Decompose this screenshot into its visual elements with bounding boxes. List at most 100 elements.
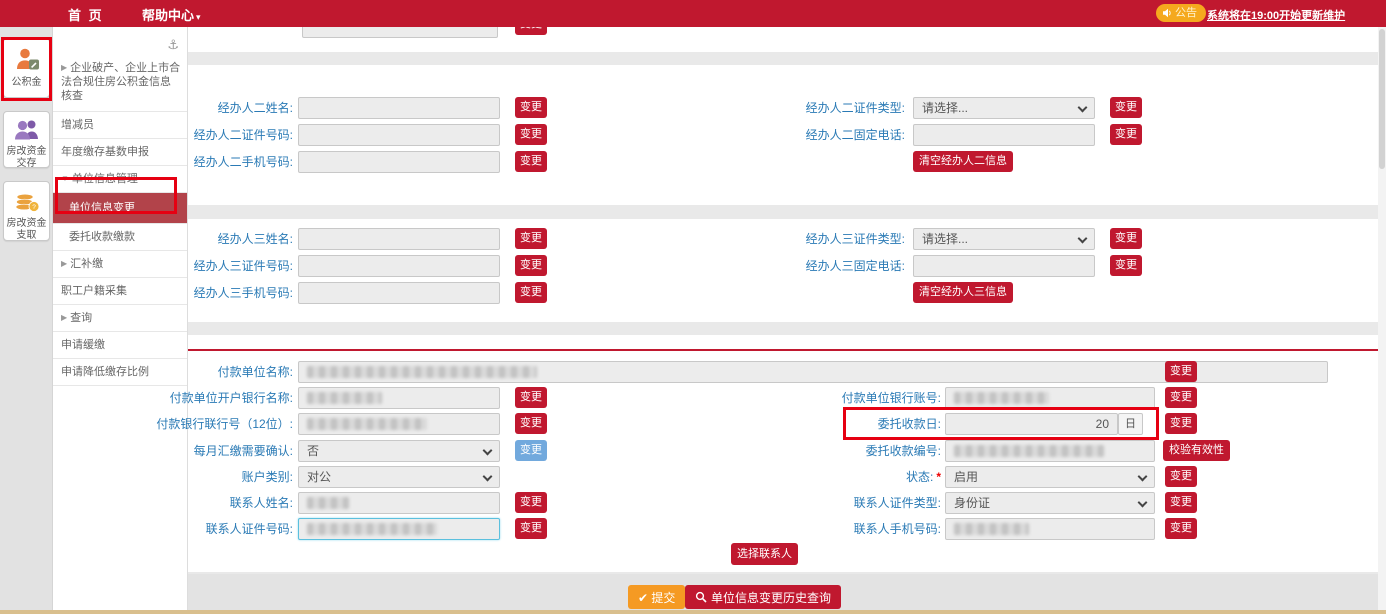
contact-name-input[interactable] xyxy=(298,492,500,514)
change-button[interactable]: 变更 xyxy=(1110,97,1142,118)
module-fanggai-jiaocun[interactable]: 房改资金交存 xyxy=(3,111,50,168)
contact-phone-input[interactable] xyxy=(945,518,1155,540)
monthly-confirm-select[interactable]: 否 xyxy=(298,440,500,462)
form-row: 经办人二证件号码: 变更 经办人二固定电话: 变更 xyxy=(188,124,1378,146)
field-label: 联系人姓名: xyxy=(230,492,293,514)
change-button[interactable]: 变更 xyxy=(515,387,547,408)
menu-item-shenqing-huanjiao[interactable]: 申请缓缴 xyxy=(53,332,187,359)
menu-item-huibujiao[interactable]: ▶汇补缴 xyxy=(53,251,187,278)
menu-item-danwei-xinxi-guanli[interactable]: ▼单位信息管理 xyxy=(53,166,187,193)
redacted-value xyxy=(307,523,437,535)
agent2-name-input[interactable] xyxy=(298,97,500,119)
menu-item-jiangdi-bili[interactable]: 申请降低缴存比例 xyxy=(53,359,187,386)
contact-idno-input[interactable] xyxy=(298,518,500,540)
anchor-pin-icon[interactable]: ⚓ xyxy=(167,37,179,53)
menu-item-chaxun[interactable]: ▶查询 xyxy=(53,305,187,332)
agent2-tel-input[interactable] xyxy=(913,124,1095,146)
field-label: 经办人二手机号码: xyxy=(194,151,293,173)
form-row: 账户类别: 对公 状态:* 启用 变更 xyxy=(188,466,1378,488)
history-query-button[interactable]: 单位信息变更历史查询 xyxy=(685,585,841,609)
chevron-down-icon xyxy=(1078,234,1088,244)
select-contact-button[interactable]: 选择联系人 xyxy=(731,543,798,565)
triangle-right-icon: ▶ xyxy=(61,259,67,268)
change-button[interactable]: 变更 xyxy=(1110,124,1142,145)
payer-bank-name-input[interactable] xyxy=(298,387,500,409)
page-bottom-divider xyxy=(0,610,1386,614)
agent3-idno-input[interactable] xyxy=(298,255,500,277)
change-button[interactable]: 变更 xyxy=(515,282,547,303)
change-button[interactable]: 变更 xyxy=(1110,228,1142,249)
person-edit-icon xyxy=(14,46,40,72)
change-button[interactable]: 变更 xyxy=(515,124,547,145)
menu-item-jishu-shenbao[interactable]: 年度缴存基数申报 xyxy=(53,139,187,166)
agent3-tel-input[interactable] xyxy=(913,255,1095,277)
truncated-change-button[interactable]: 变更 xyxy=(515,27,547,35)
module-gongjijin[interactable]: 公积金 xyxy=(3,38,50,98)
change-button[interactable]: 变更 xyxy=(515,518,547,539)
agent2-phone-input[interactable] xyxy=(298,151,500,173)
change-button[interactable]: 变更 xyxy=(1165,466,1197,487)
truncated-input[interactable] xyxy=(302,27,498,38)
footer-bar: ✔ 提交 单位信息变更历史查询 xyxy=(188,574,1378,611)
redacted-value xyxy=(954,392,1049,404)
chevron-down-icon xyxy=(483,446,493,456)
change-button[interactable]: 变更 xyxy=(515,440,547,461)
change-button[interactable]: 变更 xyxy=(1165,413,1197,434)
field-label: 经办人三证件号码: xyxy=(194,255,293,277)
change-button[interactable]: 变更 xyxy=(515,151,547,172)
field-label: 委托收款日: xyxy=(878,413,941,435)
bank-no-input[interactable] xyxy=(298,413,500,435)
menu-item-zengjianyuan[interactable]: 增减员 xyxy=(53,112,187,139)
nav-home[interactable]: 首 页 xyxy=(68,5,104,24)
change-button[interactable]: 变更 xyxy=(515,97,547,118)
main-content: 变更 经办人二姓名: 变更 经办人二证件类型: 请选择... 变更 经办人二证件… xyxy=(188,27,1378,611)
field-label: 经办人三固定电话: xyxy=(806,255,905,277)
redacted-value xyxy=(307,392,382,404)
collect-day-input[interactable]: 20 xyxy=(945,413,1118,435)
section-accent-line xyxy=(188,349,1378,351)
module-label: 房改资金交存 xyxy=(4,146,49,170)
speaker-icon xyxy=(1162,8,1172,18)
triangle-down-icon: ▼ xyxy=(61,174,69,183)
change-button[interactable]: 变更 xyxy=(515,255,547,276)
module-label: 房改资金支取 xyxy=(4,218,49,242)
contact-idtype-select[interactable]: 身份证 xyxy=(945,492,1155,514)
change-button[interactable]: 变更 xyxy=(1165,387,1197,408)
chevron-down-icon xyxy=(483,472,493,482)
nav-help-center[interactable]: 帮助中心▾ xyxy=(142,5,201,24)
maintenance-notice-link[interactable]: 系统将在19:00开始更新维护 xyxy=(1207,7,1345,23)
change-button[interactable]: 变更 xyxy=(1165,518,1197,539)
agent2-idtype-select[interactable]: 请选择... xyxy=(913,97,1095,119)
change-button[interactable]: 变更 xyxy=(1110,255,1142,276)
scrollbar-thumb[interactable] xyxy=(1379,29,1385,169)
account-type-select[interactable]: 对公 xyxy=(298,466,500,488)
module-rail: 公积金 房改资金交存 ? 房改资金支取 xyxy=(0,27,53,611)
menu-list: ▶企业破产、企业上市合法合规住房公积金信息核查 增减员 年度缴存基数申报 ▼单位… xyxy=(53,53,187,386)
menu-item-danwei-xinxi-biangeng[interactable]: 单位信息变更 xyxy=(53,193,187,224)
menu-item-zhigong-huji-caiji[interactable]: 职工户籍采集 xyxy=(53,278,187,305)
agent2-idno-input[interactable] xyxy=(298,124,500,146)
change-button[interactable]: 变更 xyxy=(1165,492,1197,513)
agent3-idtype-select[interactable]: 请选择... xyxy=(913,228,1095,250)
agent3-phone-input[interactable] xyxy=(298,282,500,304)
change-button[interactable]: 变更 xyxy=(515,228,547,249)
panel-payment: 付款单位名称: 变更 付款单位开户银行名称: 变更 付款单位银行账号: 变更 付… xyxy=(188,335,1378,572)
change-button[interactable]: 变更 xyxy=(1165,361,1197,382)
menu-item-weituo-shoukuan-jiaokuan[interactable]: 委托收款缴款 xyxy=(53,224,187,251)
redacted-value xyxy=(954,445,1104,457)
validate-button[interactable]: 校验有效性 xyxy=(1163,440,1230,461)
module-fanggai-zhiqu[interactable]: ? 房改资金支取 xyxy=(3,181,50,241)
agent3-name-input[interactable] xyxy=(298,228,500,250)
clear-agent2-button[interactable]: 清空经办人二信息 xyxy=(913,151,1013,172)
change-button[interactable]: 变更 xyxy=(515,413,547,434)
status-select[interactable]: 启用 xyxy=(945,466,1155,488)
field-label: 付款单位银行账号: xyxy=(842,387,941,409)
submit-button[interactable]: ✔ 提交 xyxy=(628,585,685,609)
collect-no-input[interactable] xyxy=(945,440,1155,462)
payer-bank-account-input[interactable] xyxy=(945,387,1155,409)
scrollbar-track[interactable] xyxy=(1378,27,1386,611)
required-asterisk: * xyxy=(936,470,941,484)
clear-agent3-button[interactable]: 清空经办人三信息 xyxy=(913,282,1013,303)
change-button[interactable]: 变更 xyxy=(515,492,547,513)
menu-item-qiyepochan[interactable]: ▶企业破产、企业上市合法合规住房公积金信息核查 xyxy=(53,53,187,112)
